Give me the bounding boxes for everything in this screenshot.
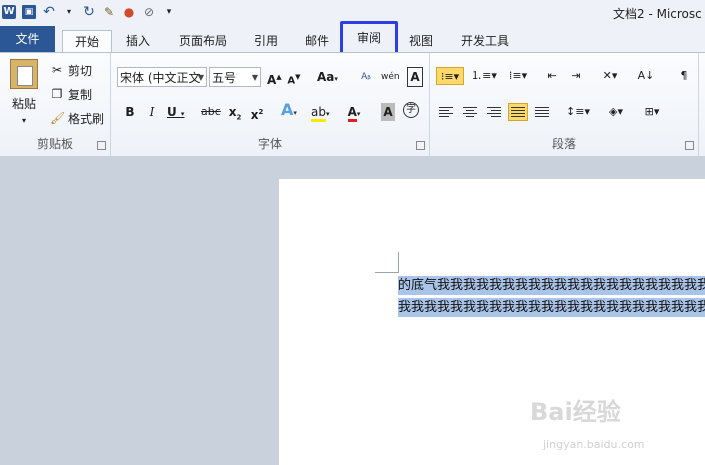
margin-corner-mark bbox=[398, 252, 399, 272]
clear-formatting-icon[interactable]: Aᵦ bbox=[359, 68, 373, 86]
phonetic-guide-icon[interactable]: wén bbox=[381, 68, 400, 86]
tab-developer[interactable]: 开发工具 bbox=[452, 30, 518, 52]
margin-corner-mark bbox=[375, 272, 399, 273]
subscript-icon[interactable]: x2 bbox=[228, 103, 242, 121]
underline-icon[interactable]: U ▾ bbox=[167, 103, 184, 121]
copy-label: 复制 bbox=[68, 87, 93, 102]
align-center-icon[interactable] bbox=[460, 103, 480, 121]
redo-icon[interactable]: ↻ bbox=[82, 5, 96, 19]
undo-icon[interactable]: ↶ bbox=[42, 5, 56, 19]
ribbon: 粘贴 ▾ ✂ 剪切 ❐ 复制 🖌 格式刷 剪贴板 宋体 (中文正文 ▼ 五号 ▼… bbox=[0, 52, 705, 157]
superscript-icon[interactable]: x2 bbox=[250, 103, 264, 122]
tab-page-layout[interactable]: 页面布局 bbox=[170, 30, 236, 52]
font-name-combo[interactable]: 宋体 (中文正文 ▼ bbox=[117, 67, 207, 87]
document-page[interactable] bbox=[279, 179, 705, 465]
tab-file[interactable]: 文件 bbox=[0, 26, 55, 52]
selected-text-line[interactable]: 我我我我我我我我我我我我我我我我我我我我我我我我我我我我我我 bbox=[398, 298, 705, 317]
text-effects-icon[interactable]: A▾ bbox=[281, 101, 297, 119]
distributed-icon[interactable] bbox=[532, 103, 552, 121]
font-color-icon[interactable]: A▾ bbox=[347, 103, 361, 122]
decrease-indent-icon[interactable]: ⇤ bbox=[542, 67, 562, 85]
font-name-value: 宋体 (中文正文 bbox=[120, 71, 201, 85]
brush-icon: 🖌 bbox=[50, 111, 66, 125]
align-left-icon[interactable] bbox=[436, 103, 456, 121]
save-icon[interactable]: ▣ bbox=[22, 5, 36, 19]
character-shading-icon[interactable]: A bbox=[381, 103, 395, 121]
italic-icon[interactable]: I bbox=[145, 103, 159, 121]
strikethrough-icon[interactable]: abc bbox=[201, 103, 221, 121]
sort-icon[interactable]: A↓ bbox=[636, 67, 656, 85]
paragraph-group: ⁝≡▾ ⒈≡▾ ⁞≡▾ ⇤ ⇥ ✕▾ A↓ ¶ ↕≡▾ ◈▾ ⊞▾ 段落 bbox=[430, 53, 699, 156]
word-logo-icon[interactable]: W bbox=[2, 5, 16, 19]
tab-insert[interactable]: 插入 bbox=[118, 30, 158, 52]
chevron-down-icon: ▼ bbox=[251, 73, 258, 82]
highlight-color-icon[interactable]: ab▾ bbox=[311, 103, 330, 122]
chevron-down-icon: ▼ bbox=[197, 73, 204, 82]
font-dialog-launcher[interactable] bbox=[416, 141, 425, 150]
justify-icon[interactable] bbox=[508, 103, 528, 121]
tab-review[interactable]: 审阅 bbox=[340, 21, 398, 55]
copy-button[interactable]: ❐ 复制 bbox=[50, 85, 92, 103]
font-group: 宋体 (中文正文 ▼ 五号 ▼ A▲ A▼ Aa▾ Aᵦ wén A B I U… bbox=[111, 53, 430, 156]
font-group-label: 字体 bbox=[257, 137, 282, 151]
bullets-icon[interactable]: ⁝≡▾ bbox=[436, 67, 464, 85]
scissors-icon: ✂ bbox=[51, 63, 63, 77]
paste-button[interactable]: 粘贴 ▾ bbox=[6, 57, 42, 125]
multilevel-list-icon[interactable]: ⁞≡▾ bbox=[504, 67, 532, 85]
clipboard-icon bbox=[10, 59, 38, 89]
watermark-logo: Bai经验 bbox=[530, 398, 621, 426]
watermark-url: jingyan.baidu.com bbox=[543, 438, 645, 451]
shading-icon[interactable]: ◈▾ bbox=[602, 103, 630, 121]
character-border-icon[interactable]: A bbox=[407, 67, 423, 87]
copy-icon: ❐ bbox=[51, 87, 63, 101]
tab-home[interactable]: 开始 bbox=[62, 30, 112, 53]
tab-mailings[interactable]: 邮件 bbox=[297, 30, 337, 52]
paragraph-group-label: 段落 bbox=[551, 137, 576, 151]
quick-access-toolbar: W ▣ ↶ ▾ ↻ ✎ ● ⊘ ▾ bbox=[2, 3, 176, 21]
bold-icon[interactable]: B bbox=[123, 103, 137, 121]
show-formatting-icon[interactable]: ¶ bbox=[674, 67, 694, 85]
numbering-icon[interactable]: ⒈≡▾ bbox=[470, 67, 498, 85]
cut-label: 剪切 bbox=[68, 63, 93, 78]
increase-indent-icon[interactable]: ⇥ bbox=[566, 67, 586, 85]
font-size-combo[interactable]: 五号 ▼ bbox=[209, 67, 261, 87]
change-case-icon[interactable]: Aa▾ bbox=[317, 68, 338, 86]
undo-dropdown-icon[interactable]: ▾ bbox=[62, 5, 76, 19]
clipboard-dialog-launcher[interactable] bbox=[97, 141, 106, 150]
selected-text-line[interactable]: 的底气我我我我我我我我我我我我我我我我我我我我我我我我我我我 bbox=[398, 276, 705, 295]
borders-icon[interactable]: ⊞▾ bbox=[638, 103, 666, 121]
format-tools-icon[interactable]: ✎ bbox=[102, 5, 116, 19]
paste-label: 粘贴 bbox=[11, 97, 36, 111]
line-spacing-icon[interactable]: ↕≡▾ bbox=[564, 103, 592, 121]
clipboard-group-label: 剪贴板 bbox=[36, 137, 73, 151]
tab-references[interactable]: 引用 bbox=[246, 30, 286, 52]
format-painter-label: 格式刷 bbox=[68, 111, 105, 126]
paste-dropdown-icon[interactable]: ▾ bbox=[22, 116, 26, 125]
align-right-icon[interactable] bbox=[484, 103, 504, 121]
customize-qat-icon[interactable]: ▾ bbox=[162, 5, 176, 19]
no-format-icon[interactable]: ⊘ bbox=[142, 5, 156, 19]
paragraph-dialog-launcher[interactable] bbox=[685, 141, 694, 150]
cut-button[interactable]: ✂ 剪切 bbox=[50, 61, 92, 79]
tab-view[interactable]: 视图 bbox=[401, 30, 441, 52]
shrink-font-icon[interactable]: A▼ bbox=[287, 68, 301, 86]
asian-layout-icon[interactable]: ✕▾ bbox=[596, 67, 624, 85]
window-title: 文档2 - Microsc bbox=[613, 7, 702, 21]
grow-font-icon[interactable]: A▲ bbox=[267, 68, 282, 87]
font-size-value: 五号 bbox=[212, 71, 237, 85]
format-painter-button[interactable]: 🖌 格式刷 bbox=[50, 109, 104, 127]
enclose-characters-icon[interactable]: 字 bbox=[403, 102, 419, 118]
color-wheel-icon[interactable]: ● bbox=[122, 5, 136, 19]
clipboard-group: 粘贴 ▾ ✂ 剪切 ❐ 复制 🖌 格式刷 剪贴板 bbox=[0, 53, 111, 156]
